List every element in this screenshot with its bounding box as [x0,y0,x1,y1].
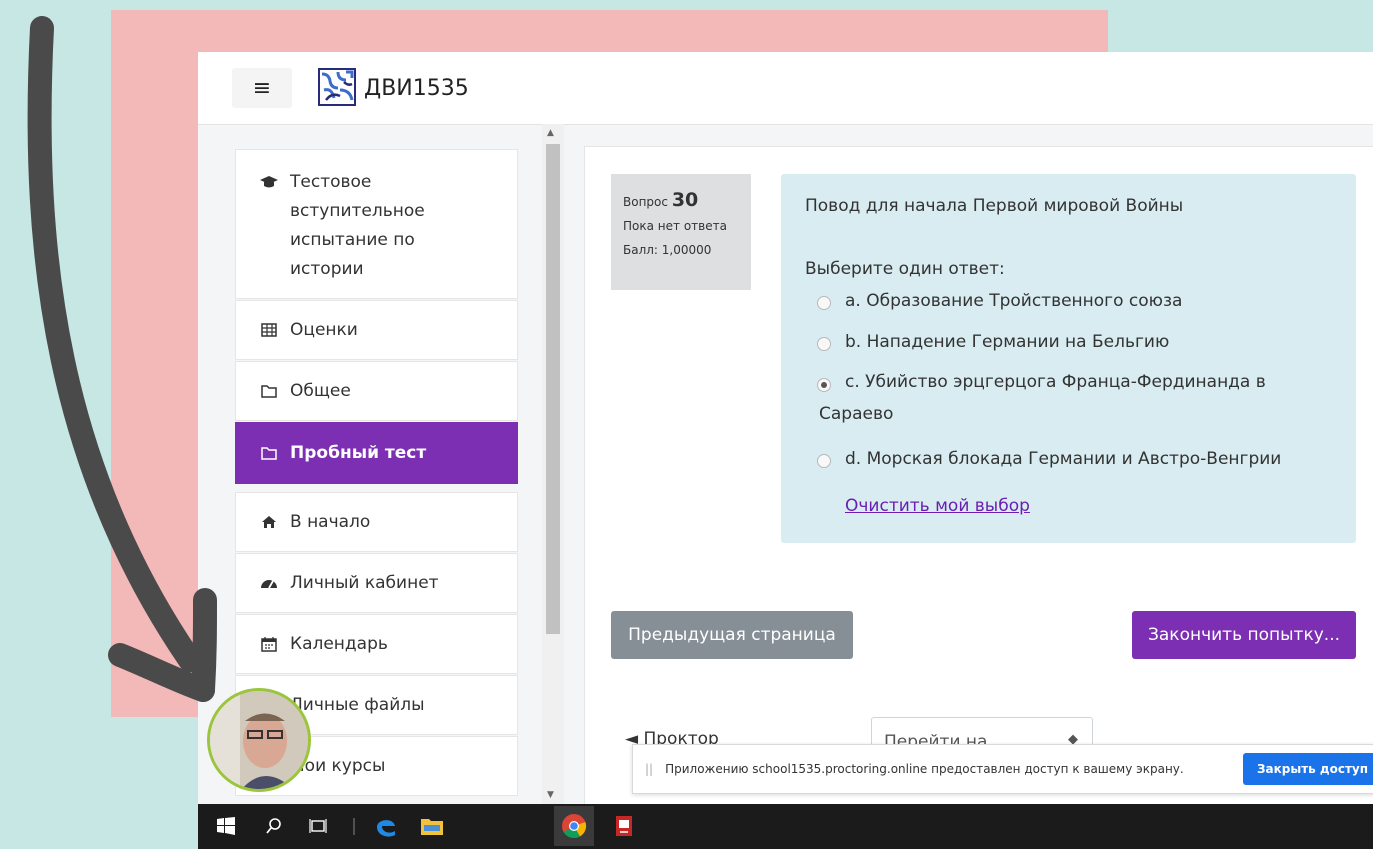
navbar: ≡ ДВИ1535 [198,52,1373,125]
question-info: Вопрос 30 Пока нет ответа Балл: 1,00000 [611,174,751,290]
sidebar-item-general[interactable]: Общее [235,361,518,421]
question-text: Повод для начала Первой мировой Войны [805,196,1184,216]
sidebar-scrollbar[interactable]: ▲ ▼ [542,124,564,804]
dashboard-icon [258,576,280,590]
share-message: Приложению school1535.proctoring.online … [665,762,1184,776]
site-brand[interactable]: ДВИ1535 [364,76,469,101]
graduation-cap-icon [258,175,280,189]
radio-button[interactable] [817,454,831,468]
radio-button[interactable] [817,337,831,351]
stop-sharing-button[interactable]: Закрыть доступ [1243,753,1373,785]
option-label-line2: Сараево [819,404,894,424]
browser-screen: ≡ ДВИ1535 Тестовое вступительное испытан… [198,52,1373,849]
sidebar-item-course[interactable]: Тестовое вступительное испытание по исто… [235,149,518,299]
sidebar-item-label: Пробный тест [290,443,427,463]
sidebar-item-calendar[interactable]: Календарь [235,614,518,674]
radio-button-checked[interactable] [817,378,831,392]
option-label-line1: c. Убийство эрцгерцога Франца-Фердинанда… [845,372,1266,392]
sidebar-item-label: В начало [290,512,371,532]
taskbar-separator-icon: | [351,816,357,836]
file-explorer-icon[interactable] [418,812,446,840]
quiz-content: Вопрос 30 Пока нет ответа Балл: 1,00000 … [584,146,1373,848]
search-icon[interactable] [260,812,288,840]
folder-icon [258,446,280,460]
answer-option-a[interactable]: a. Образование Тройственного союза [817,291,1182,311]
scroll-down-icon[interactable]: ▼ [547,790,554,800]
sidebar-item-home[interactable]: В начало [235,492,518,552]
calendar-icon [258,636,280,652]
answer-option-c[interactable]: c. Убийство эрцгерцога Франца-Фердинанда… [817,372,1266,430]
windows-start-icon[interactable] [212,812,240,840]
answer-option-d[interactable]: d. Морская блокада Германии и Австро-Вен… [817,449,1281,469]
sidebar-item-label: Тестовое вступительное испытание по исто… [290,172,425,279]
question-score: Балл: 1,00000 [623,243,712,257]
folder-icon [258,384,280,398]
sidebar-item-dashboard[interactable]: Личный кабинет [235,553,518,613]
scroll-thumb[interactable] [546,144,560,634]
scroll-up-icon[interactable]: ▲ [547,128,554,138]
option-label: b. Нападение Германии на Бельгию [845,332,1170,352]
previous-page-button[interactable]: Предыдущая страница [611,611,853,659]
answer-prompt: Выберите один ответ: [805,259,1005,279]
edge-browser-icon[interactable] [372,812,400,840]
question-number: 30 [671,189,699,211]
chrome-icon[interactable] [554,806,594,846]
task-view-icon[interactable] [304,812,332,840]
answer-option-b[interactable]: b. Нападение Германии на Бельгию [817,332,1169,352]
windows-taskbar: | [198,804,1373,849]
sidebar-item-label: Личный кабинет [290,573,439,593]
option-label: d. Морская блокада Германии и Австро-Вен… [845,449,1282,469]
sidebar-item-label: Календарь [290,634,388,654]
sidebar-item-grades[interactable]: Оценки [235,300,518,360]
site-logo[interactable] [318,68,356,106]
sidebar-item-label: Общее [290,381,351,401]
webcam-preview [207,688,311,792]
sidebar-item-label: Оценки [290,320,358,340]
option-label: a. Образование Тройственного союза [845,291,1183,311]
radio-button[interactable] [817,296,831,310]
question-status: Пока нет ответа [623,219,727,233]
clear-choice-link[interactable]: Очистить мой выбор [845,496,1030,516]
sidebar-item-practice-test[interactable]: Пробный тест [235,422,518,484]
hamburger-icon[interactable]: ≡ [232,68,292,108]
option-label: c. Убийство эрцгерцога Франца-Фердинанда… [819,366,1266,430]
finish-attempt-button[interactable]: Закончить попытку... [1132,611,1356,659]
question-label: Вопрос [623,195,668,209]
question-box: Повод для начала Первой мировой Войны Вы… [781,174,1356,543]
table-icon [258,323,280,337]
pdf-app-icon[interactable] [610,812,638,840]
question-number-line: Вопрос 30 [623,188,751,214]
sidebar-item-label: Личные файлы [290,695,425,715]
drag-handle-icon[interactable]: || [645,762,653,776]
home-icon [258,515,280,529]
screen-share-bar: || Приложению school1535.proctoring.onli… [632,744,1373,794]
